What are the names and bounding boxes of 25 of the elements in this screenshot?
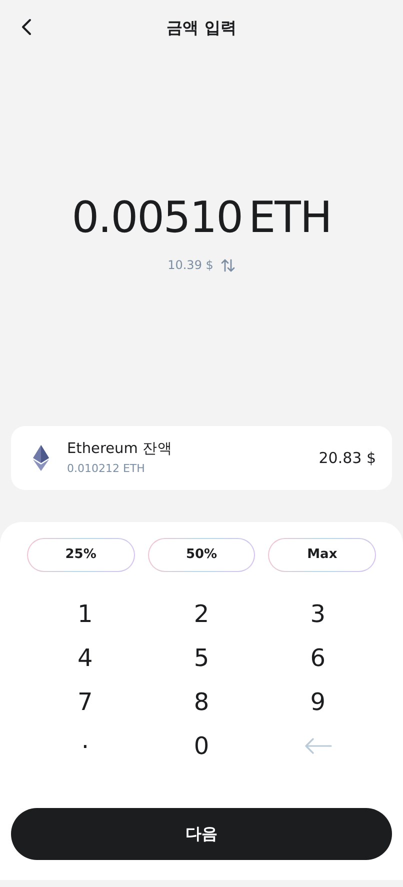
preset-button[interactable]: 50%	[148, 538, 256, 572]
decimal-key[interactable]: .	[53, 724, 118, 768]
balance-fiat: 20.83 $	[318, 448, 376, 469]
screen-title: 금액 입력	[166, 16, 236, 38]
keypad-key[interactable]: 5	[169, 636, 234, 680]
keypad-key[interactable]: 3	[286, 592, 350, 636]
back-button[interactable]	[20, 18, 34, 36]
amount-unit: ETH	[248, 197, 332, 240]
swap-icon[interactable]	[221, 258, 236, 272]
keypad-key[interactable]: 0	[169, 724, 234, 768]
amount-value: 0.00510	[72, 197, 243, 240]
next-button[interactable]: 다음	[11, 808, 392, 860]
preset-button[interactable]: Max	[268, 538, 376, 572]
balance-name: Ethereum 잔액	[67, 440, 172, 459]
keypad-key[interactable]: 8	[169, 680, 234, 724]
keypad-key[interactable]: 6	[286, 636, 350, 680]
balance-amount: 0.010212 ETH	[67, 460, 146, 477]
keypad-key[interactable]: 9	[286, 680, 350, 724]
preset-button[interactable]: 25%	[27, 538, 135, 572]
keypad-key[interactable]: 7	[53, 680, 118, 724]
keypad-key[interactable]: 4	[53, 636, 118, 680]
ethereum-icon	[33, 445, 49, 471]
keypad-key[interactable]: 2	[169, 592, 234, 636]
keypad-key[interactable]: 1	[53, 592, 118, 636]
fiat-amount: 10.39 $	[168, 257, 214, 274]
